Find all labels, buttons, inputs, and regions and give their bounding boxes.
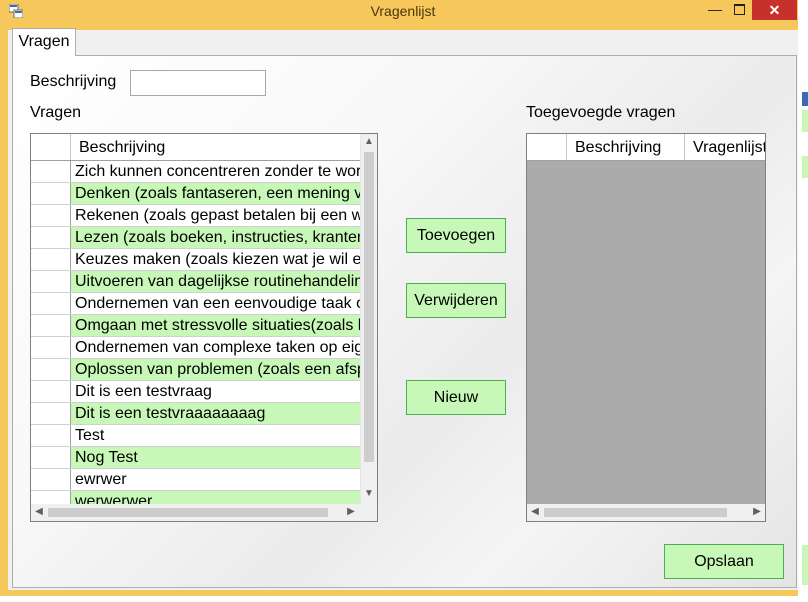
cell-beschrijving[interactable]: Ondernemen van een eenvoudige taak of	[71, 293, 361, 314]
row-header[interactable]	[31, 381, 71, 402]
grid-header-row: Beschrijving	[31, 134, 361, 161]
background-decoration	[802, 110, 808, 132]
row-header[interactable]	[31, 271, 71, 292]
table-row[interactable]: Ondernemen van complexe taken op eigen	[31, 337, 361, 359]
cell-beschrijving[interactable]: Dit is een testvraag	[71, 381, 361, 402]
maximize-icon	[734, 4, 745, 15]
background-decoration	[802, 545, 808, 585]
table-row[interactable]: Zich kunnen concentreren zonder te worde…	[31, 161, 361, 183]
opslaan-button[interactable]: Opslaan	[664, 544, 784, 579]
scroll-up-arrow-icon[interactable]: ▲	[361, 134, 377, 150]
table-row[interactable]: Oplossen van problemen (zoals een afspra…	[31, 359, 361, 381]
row-header-corner[interactable]	[527, 134, 567, 160]
table-row[interactable]: Ondernemen van een eenvoudige taak of	[31, 293, 361, 315]
cell-beschrijving[interactable]: Dit is een testvraaaaaaaag	[71, 403, 361, 424]
background-window	[798, 0, 808, 602]
vragen-label: Vragen	[30, 104, 81, 121]
row-header[interactable]	[31, 249, 71, 270]
tab-vragen[interactable]: Vragen	[12, 28, 76, 56]
row-header[interactable]	[31, 337, 71, 358]
table-row[interactable]: Keuzes maken (zoals kiezen wat je wil et…	[31, 249, 361, 271]
row-header[interactable]	[31, 161, 71, 182]
row-header[interactable]	[31, 227, 71, 248]
table-row[interactable]: Uitvoeren van dagelijkse routinehandelin…	[31, 271, 361, 293]
table-row[interactable]: Dit is een testvraaaaaaaag	[31, 403, 361, 425]
beschrijving-input[interactable]	[130, 70, 266, 96]
row-header[interactable]	[31, 205, 71, 226]
cell-beschrijving[interactable]: Oplossen van problemen (zoals een afspra…	[71, 359, 361, 380]
cell-beschrijving[interactable]: Keuzes maken (zoals kiezen wat je wil et…	[71, 249, 361, 270]
table-row[interactable]: Test	[31, 425, 361, 447]
vertical-scrollbar[interactable]: ▲ ▼	[360, 134, 377, 504]
row-header[interactable]	[31, 447, 71, 468]
maximize-button[interactable]	[728, 0, 750, 20]
window-title: Vragenlijst	[370, 3, 436, 19]
cell-beschrijving[interactable]: Rekenen (zoals gepast betalen bij een wi…	[71, 205, 361, 226]
table-row[interactable]: Omgaan met stressvolle situaties(zoals h…	[31, 315, 361, 337]
table-row[interactable]: Lezen (zoals boeken, instructies, krante…	[31, 227, 361, 249]
beschrijving-label: Beschrijving	[30, 73, 117, 90]
table-row[interactable]: Nog Test	[31, 447, 361, 469]
close-button[interactable]: ✕	[752, 0, 797, 20]
horizontal-scrollbar[interactable]: ◀ ▶	[527, 504, 765, 521]
vertical-scroll-thumb[interactable]	[364, 152, 374, 462]
row-header[interactable]	[31, 469, 71, 490]
cell-beschrijving[interactable]: Denken (zoals fantaseren, een mening vor…	[71, 183, 361, 204]
horizontal-scrollbar[interactable]: ◀ ▶	[31, 504, 377, 521]
scroll-left-arrow-icon[interactable]: ◀	[527, 504, 543, 520]
row-header[interactable]	[31, 403, 71, 424]
column-header-beschrijving[interactable]: Beschrijving	[567, 134, 685, 160]
scroll-down-arrow-icon[interactable]: ▼	[361, 486, 377, 502]
row-header[interactable]	[31, 359, 71, 380]
cell-beschrijving[interactable]: Nog Test	[71, 447, 361, 468]
scroll-right-arrow-icon[interactable]: ▶	[749, 504, 765, 520]
table-row[interactable]: ewrwer	[31, 469, 361, 491]
cell-beschrijving[interactable]: Zich kunnen concentreren zonder te worde…	[71, 161, 361, 182]
background-decoration	[802, 92, 808, 106]
nieuw-button[interactable]: Nieuw	[406, 380, 506, 415]
horizontal-scroll-thumb[interactable]	[48, 508, 328, 517]
cell-beschrijving[interactable]: Omgaan met stressvolle situaties(zoals h…	[71, 315, 361, 336]
grid-header-row: Beschrijving Vragenlijst	[527, 134, 765, 161]
verwijderen-button[interactable]: Verwijderen	[406, 283, 506, 318]
table-row[interactable]: Rekenen (zoals gepast betalen bij een wi…	[31, 205, 361, 227]
background-decoration	[802, 156, 808, 178]
column-header-vragenlijst[interactable]: Vragenlijst	[685, 134, 765, 160]
row-header[interactable]	[31, 425, 71, 446]
toegevoegde-vragen-grid[interactable]: Beschrijving Vragenlijst ◀ ▶	[526, 133, 766, 522]
cell-beschrijving[interactable]: ewrwer	[71, 469, 361, 490]
minimize-button[interactable]: —	[704, 0, 726, 20]
row-header-corner[interactable]	[31, 134, 71, 160]
cell-beschrijving[interactable]: Lezen (zoals boeken, instructies, krante…	[71, 227, 361, 248]
cell-beschrijving[interactable]: Test	[71, 425, 361, 446]
cell-beschrijving[interactable]: Uitvoeren van dagelijkse routinehandelin…	[71, 271, 361, 292]
horizontal-scroll-thumb[interactable]	[544, 508, 727, 517]
row-header[interactable]	[31, 293, 71, 314]
scroll-right-arrow-icon[interactable]: ▶	[343, 504, 359, 520]
table-row[interactable]: Denken (zoals fantaseren, een mening vor…	[31, 183, 361, 205]
vragen-grid[interactable]: Beschrijving Zich kunnen concentreren zo…	[30, 133, 378, 522]
row-header[interactable]	[31, 315, 71, 336]
toevoegen-button[interactable]: Toevoegen	[406, 218, 506, 253]
column-header-beschrijving[interactable]: Beschrijving	[71, 134, 361, 160]
row-header[interactable]	[31, 183, 71, 204]
table-row[interactable]: Dit is een testvraag	[31, 381, 361, 403]
scroll-left-arrow-icon[interactable]: ◀	[31, 504, 47, 520]
toegevoegde-vragen-label: Toegevoegde vragen	[526, 104, 676, 121]
cell-beschrijving[interactable]: Ondernemen van complexe taken op eigen	[71, 337, 361, 358]
